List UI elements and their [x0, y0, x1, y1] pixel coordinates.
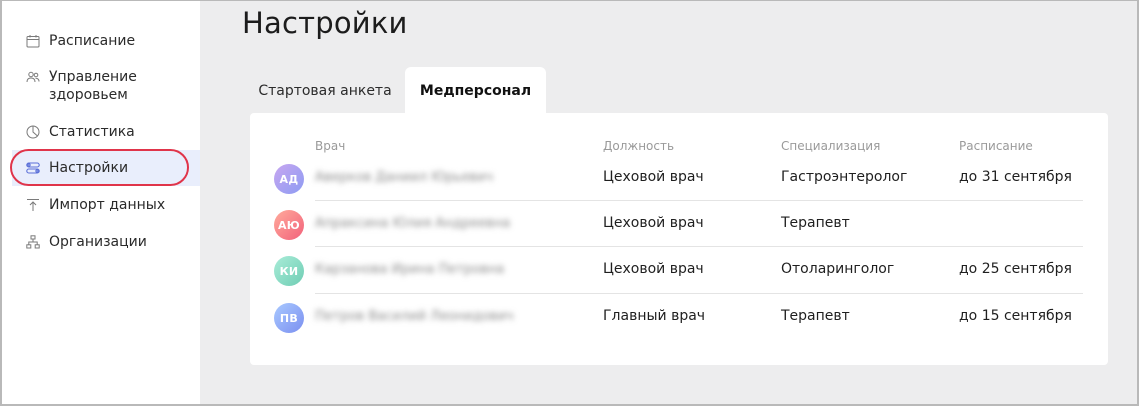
staff-table: Врач Должность Специализация Расписание …: [250, 113, 1108, 365]
column-header-specialization: Специализация: [781, 139, 881, 153]
table-row[interactable]: АД Аверков Даниил Юрьевич Цеховой врач Г…: [250, 156, 1108, 202]
table-row[interactable]: АЮ Апраксина Юлия Андреевна Цеховой врач…: [250, 202, 1108, 248]
schedule-cell: до 25 сентября: [959, 261, 1072, 277]
sidebar-item-health-management[interactable]: Управление здоровьем: [12, 68, 152, 104]
pie-chart-icon: [26, 125, 40, 139]
upload-icon: [26, 198, 40, 212]
sidebar-item-import[interactable]: Импорт данных: [12, 196, 200, 214]
position-cell: Главный врач: [603, 308, 706, 324]
sidebar-item-schedule[interactable]: Расписание: [12, 32, 200, 50]
sidebar-item-label: Статистика: [49, 124, 135, 140]
specialization-cell: Терапевт: [781, 215, 850, 231]
column-header-position: Должность: [603, 139, 675, 153]
sidebar-item-label: Расписание: [49, 33, 136, 49]
column-header-doctor: Врач: [315, 139, 346, 153]
specialization-cell: Отоларинголог: [781, 261, 895, 277]
row-divider: [315, 246, 1083, 247]
people-icon: [26, 70, 40, 84]
active-item-highlight: [10, 149, 189, 186]
schedule-cell: до 31 сентября: [959, 169, 1072, 185]
position-cell: Цеховой врач: [603, 169, 704, 185]
position-cell: Цеховой врач: [603, 261, 704, 277]
page-title: Настройки: [242, 6, 408, 40]
avatar: АЮ: [274, 210, 304, 240]
sidebar: Расписание Управление здоровьем Статисти…: [0, 0, 200, 406]
schedule-cell: до 15 сентября: [959, 308, 1072, 324]
sidebar-item-label: Импорт данных: [49, 197, 166, 213]
sidebar-item-label: Управление здоровьем: [49, 69, 137, 103]
calendar-icon: [26, 34, 40, 48]
avatar: ПВ: [274, 303, 304, 333]
table-row[interactable]: КИ Карзанова Ирина Петровна Цеховой врач…: [250, 248, 1108, 294]
org-structure-icon: [26, 235, 40, 249]
column-header-schedule: Расписание: [959, 139, 1033, 153]
tab-medical-staff[interactable]: Медперсонал: [405, 67, 546, 115]
position-cell: Цеховой врач: [603, 215, 704, 231]
doctor-name: Петров Василий Леонидович: [315, 309, 514, 324]
main-content: Настройки Стартовая анкета Медперсонал В…: [200, 0, 1139, 406]
specialization-cell: Терапевт: [781, 308, 850, 324]
specialization-cell: Гастроэнтеролог: [781, 169, 908, 185]
doctor-name: Аверков Даниил Юрьевич: [315, 170, 494, 185]
row-divider: [315, 200, 1083, 201]
row-divider: [315, 293, 1083, 294]
tab-start-questionnaire[interactable]: Стартовая анкета: [250, 67, 400, 115]
sidebar-item-statistics[interactable]: Статистика: [12, 123, 200, 141]
sidebar-item-label: Организации: [49, 234, 147, 250]
avatar: КИ: [274, 256, 304, 286]
sidebar-item-organizations[interactable]: Организации: [12, 233, 200, 251]
avatar: АД: [274, 164, 304, 194]
table-row[interactable]: ПВ Петров Василий Леонидович Главный вра…: [250, 295, 1108, 341]
doctor-name: Апраксина Юлия Андреевна: [315, 216, 511, 231]
doctor-name: Карзанова Ирина Петровна: [315, 262, 505, 277]
